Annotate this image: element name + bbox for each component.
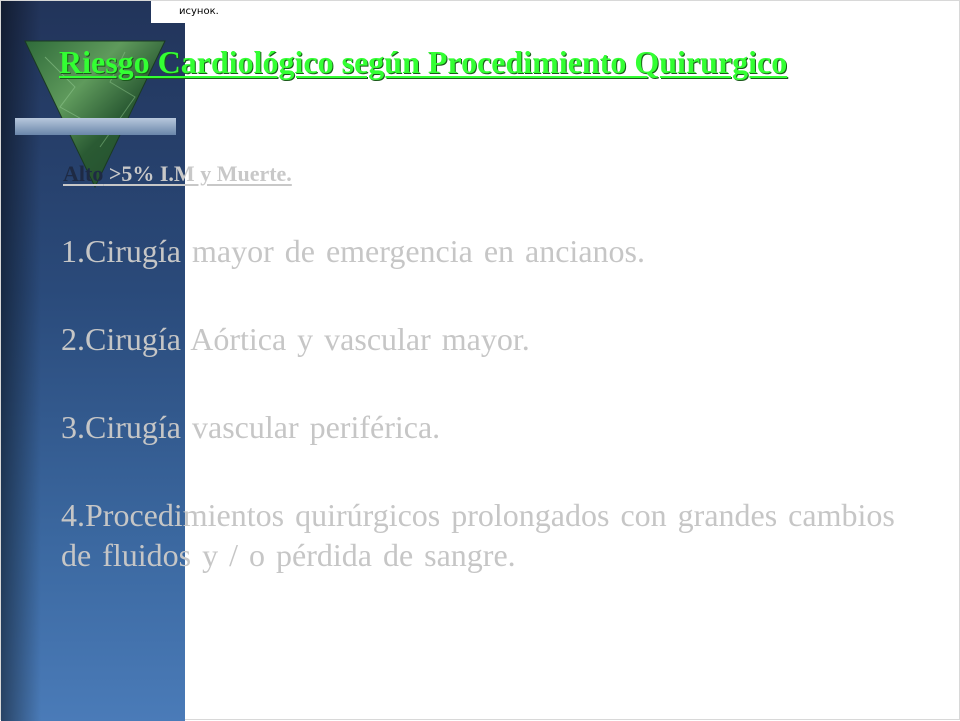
slide: исунок. Riesgo Cardiológico según Proced…	[0, 0, 960, 721]
risk-category-heading: Alto >5% I.M y Muerte.	[63, 161, 292, 187]
list-item: 1.Cirugía mayor de emergencia en anciano…	[61, 233, 645, 269]
image-caption: исунок.	[179, 6, 219, 17]
list-item: 3.Cirugía vascular periférica.	[61, 409, 441, 445]
risk-threshold-text: >5% I.M y Muerte.	[103, 161, 292, 186]
list-item: 2.Cirugía Aórtica y vascular mayor.	[61, 321, 530, 357]
page-title: Riesgo Cardiológico según Procedimiento …	[59, 44, 788, 80]
procedure-list: 1.Cirugía mayor de emergencia en anciano…	[61, 231, 931, 575]
risk-level-label: Alto	[63, 161, 104, 186]
list-item: 4.Procedimientos quirúrgicos prolongados…	[61, 497, 895, 573]
